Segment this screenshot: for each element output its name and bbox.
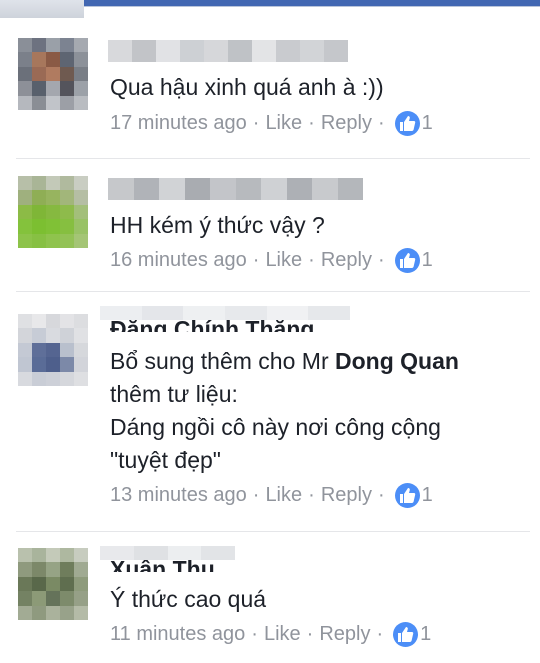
comment-time[interactable]: 11 minutes ago	[110, 623, 245, 646]
comment-time[interactable]: 17 minutes ago	[110, 112, 247, 135]
comment-text-line: Dáng ngồi cô này nơi công cộng	[110, 414, 441, 440]
comment-meta: 13 minutes ago · Like · Reply · 1	[110, 482, 433, 508]
like-button[interactable]: Like	[265, 249, 302, 272]
comment-text: HH kém ý thức vậy ?	[110, 212, 325, 238]
comment-text-line: Bổ sung thêm cho Mr Dong Quan	[110, 344, 459, 379]
like-count[interactable]: 1	[422, 249, 433, 272]
comment-item: Qua hậu xinh quá anh à :)) 17 minutes ag…	[0, 0, 540, 160]
separator-dot: ·	[306, 622, 314, 645]
separator-dot: ·	[376, 622, 384, 645]
separator-dot: ·	[251, 622, 258, 645]
comment-divider	[16, 158, 530, 159]
like-button[interactable]: Like	[264, 623, 301, 646]
comment-meta: 11 minutes ago · Like · Reply · 1	[110, 621, 431, 647]
separator-dot: ·	[308, 111, 315, 134]
separator-dot: ·	[377, 111, 385, 134]
separator-dot: ·	[308, 248, 315, 271]
comment-meta: 17 minutes ago · Like · Reply · 1	[110, 110, 433, 136]
like-count[interactable]: 1	[422, 484, 433, 507]
separator-dot: ·	[252, 111, 260, 134]
like-button[interactable]: Like	[265, 112, 302, 135]
like-count[interactable]: 1	[422, 112, 433, 135]
like-count[interactable]: 1	[420, 623, 431, 646]
like-button[interactable]: Like	[265, 484, 302, 507]
separator-dot: ·	[377, 483, 385, 506]
comment-time[interactable]: 16 minutes ago	[110, 249, 247, 272]
comment-text: Qua hậu xinh quá anh à :))	[110, 74, 384, 100]
separator-dot: ·	[377, 248, 385, 271]
comment-text-prefix: Bổ sung thêm cho Mr	[110, 348, 335, 374]
comment-meta: 16 minutes ago · Like · Reply · 1	[110, 247, 433, 273]
separator-dot: ·	[252, 483, 260, 506]
reply-button[interactable]: Reply	[321, 484, 372, 507]
comment-text: Ý thức cao quá	[110, 586, 267, 612]
blurred-name-strip	[100, 546, 235, 560]
thumbs-up-icon[interactable]	[394, 247, 420, 273]
mentioned-user-link[interactable]: Dong Quan	[335, 348, 459, 374]
comment-text-line: thêm tư liệu:	[110, 381, 238, 407]
comment-item: Xuân Thu Ý thức cao quá 11 minutes ago ·…	[0, 532, 540, 663]
blurred-name-strip	[100, 306, 351, 320]
reply-button[interactable]: Reply	[321, 249, 372, 272]
separator-dot: ·	[308, 483, 315, 506]
comment-text-line: "tuyệt đẹp"	[110, 447, 221, 473]
blurred-commenter-name	[108, 40, 348, 62]
comment-item: HH kém ý thức vậy ? 16 minutes ago · Lik…	[0, 160, 540, 292]
reply-button[interactable]: Reply	[319, 623, 370, 646]
avatar[interactable]	[18, 38, 88, 110]
separator-dot: ·	[252, 248, 260, 271]
thumbs-up-icon[interactable]	[394, 482, 420, 508]
thumbs-up-icon[interactable]	[394, 110, 420, 136]
reply-button[interactable]: Reply	[321, 112, 372, 135]
avatar[interactable]	[18, 176, 88, 248]
comment-time[interactable]: 13 minutes ago	[110, 484, 247, 507]
avatar[interactable]	[18, 548, 88, 620]
thumbs-up-icon[interactable]	[393, 621, 419, 647]
avatar[interactable]	[18, 314, 88, 386]
blurred-commenter-name	[108, 178, 363, 200]
comment-item: Đặng Chính Thắng Bổ sung thêm cho Mr Don…	[0, 292, 540, 530]
